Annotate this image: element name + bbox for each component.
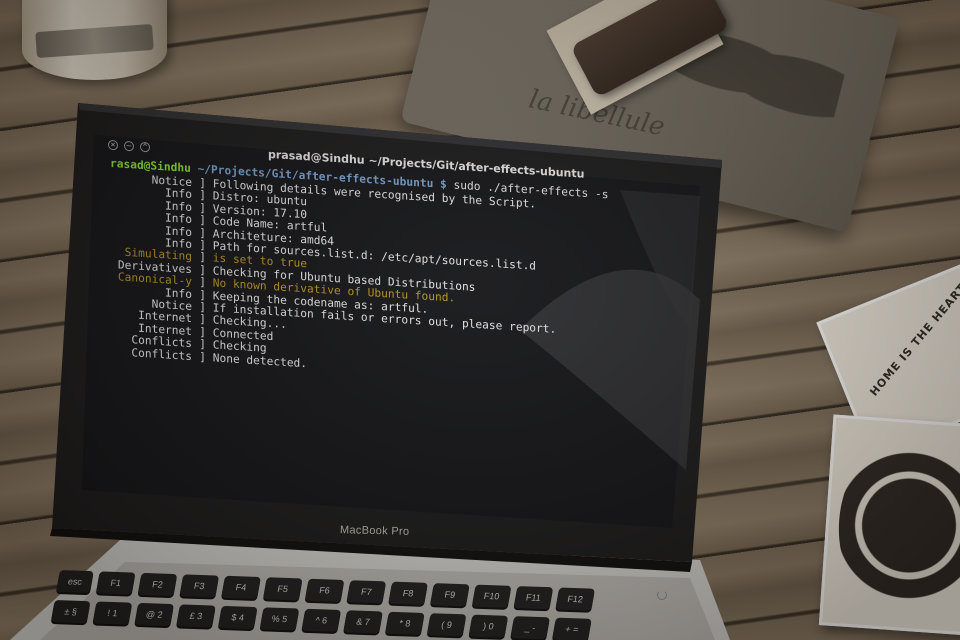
key-6[interactable]: F6 [304, 578, 345, 602]
key-6[interactable]: ^ 6 [301, 608, 342, 633]
key-8[interactable]: * 8 [385, 611, 425, 635]
key-9[interactable]: ( 9 [426, 613, 467, 637]
keyboard[interactable]: esc F1 F2 F3 F4 F5 F6 F7 F8 F9 F10 F11 F12 ± §! 1 @ 2… [46, 570, 696, 640]
key-0[interactable]: ± § [50, 599, 91, 624]
terminal-window[interactable]: × – ⌃ prasad@Sindhu ~/Projects/Git/after… [96, 133, 696, 551]
candle-jar [22, 0, 167, 80]
key-7[interactable]: & 7 [343, 610, 383, 634]
minimize-icon[interactable]: – [124, 140, 134, 152]
key-5[interactable]: F5 [262, 577, 303, 601]
key-2[interactable]: @ 2 [134, 602, 175, 627]
key-11[interactable]: _ - [510, 616, 550, 640]
maximize-icon[interactable]: ⌃ [140, 141, 150, 153]
key-10[interactable]: ) 0 [468, 614, 509, 638]
power-icon[interactable] [657, 590, 667, 600]
wooden-table-scene: la libellule HOME IS THE HEART OF THE HO… [0, 0, 960, 640]
key-8[interactable]: F8 [388, 581, 428, 605]
key-2[interactable]: F2 [137, 572, 178, 597]
key-12[interactable]: + = [552, 617, 592, 640]
key-3[interactable]: F3 [179, 574, 220, 598]
key-1[interactable]: ! 1 [92, 601, 133, 625]
key-9[interactable]: F9 [430, 583, 470, 607]
key-11[interactable]: F11 [513, 586, 554, 610]
coaster-bottom [818, 414, 960, 637]
key-7[interactable]: F7 [346, 580, 387, 604]
log-message: None detected. [206, 350, 308, 370]
key-5[interactable]: % 5 [259, 607, 300, 631]
laptop-brand-label: MacBook Pro [339, 524, 410, 538]
log-bracket: ] [199, 350, 206, 364]
key-3[interactable]: £ 3 [176, 604, 216, 628]
coaster-text: HOME IS THE HEART OF THE HOLIDAYS [867, 181, 960, 399]
close-icon[interactable]: × [108, 139, 118, 151]
key-4[interactable]: F4 [221, 575, 261, 600]
key-4[interactable]: $ 4 [217, 605, 258, 630]
key-10[interactable]: F10 [471, 584, 512, 608]
key-0[interactable]: esc [56, 570, 94, 594]
key-1[interactable]: F1 [95, 571, 136, 595]
coaster-emblem [832, 428, 960, 623]
key-12[interactable]: F12 [555, 587, 596, 611]
